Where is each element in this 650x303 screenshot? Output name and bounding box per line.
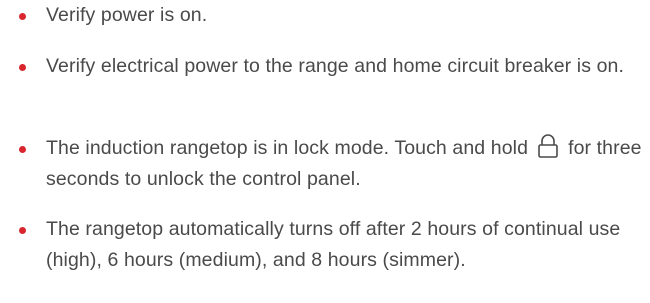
bullet-dot [19,146,26,153]
list-item-text: The rangetop automatically turns off aft… [46,218,621,271]
bullet-dot [19,227,26,234]
list-item-text-before-icon: The induction rangetop is in lock mode. … [46,137,529,159]
list-item-lock-mode: The induction rangetop is in lock mode. … [0,133,650,195]
bullet-dot [19,64,26,71]
lock-icon [537,134,558,158]
bullet-dot [19,13,26,20]
list-item-auto-off: The rangetop automatically turns off aft… [0,214,650,276]
list-item-circuit-breaker: Verify electrical power to the range and… [0,51,624,82]
list-item-text: Verify electrical power to the range and… [46,55,625,77]
list-item-power-on: Verify power is on. [0,0,207,31]
list-item-text: Verify power is on. [46,4,208,26]
